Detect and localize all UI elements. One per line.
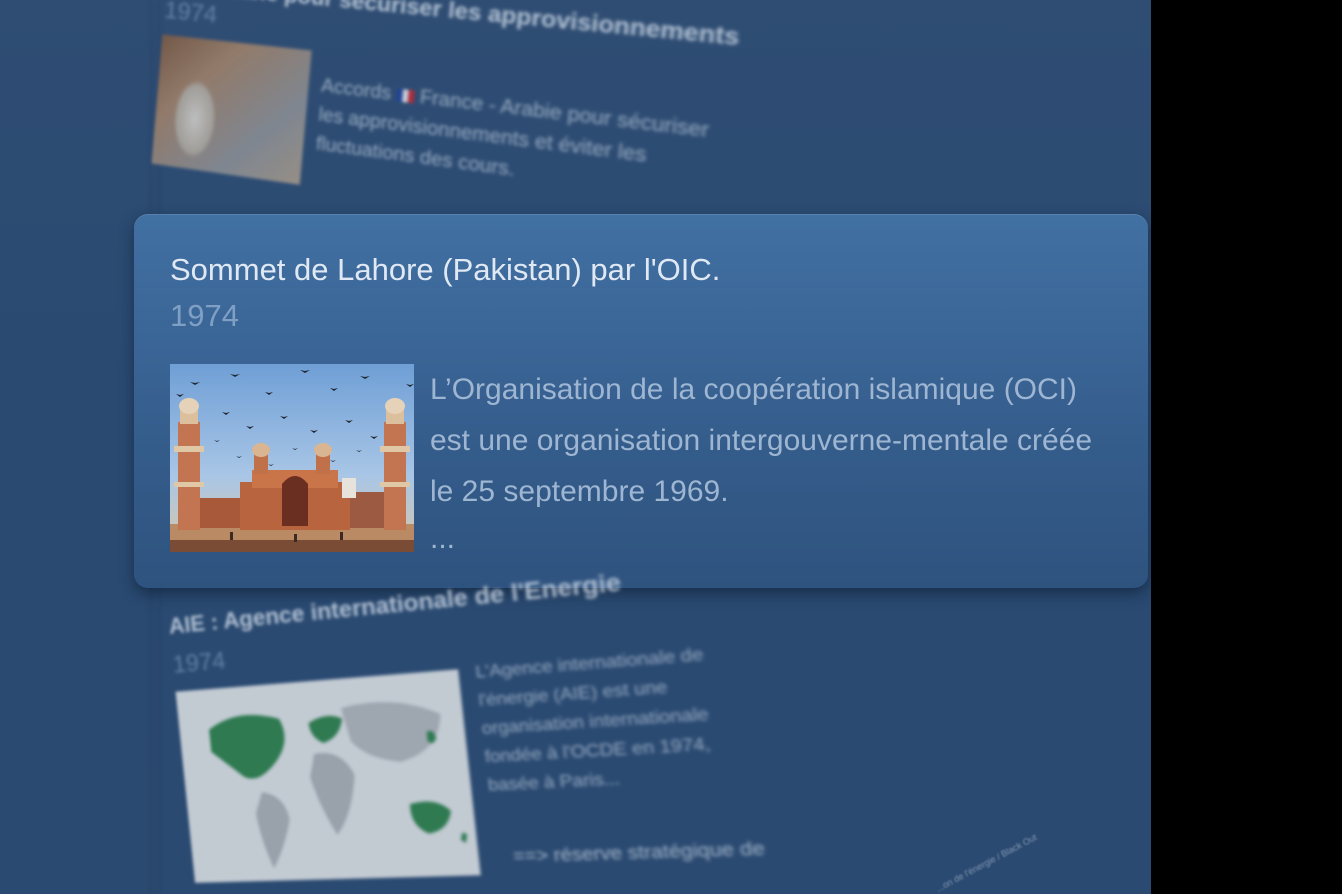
- entry-thumbnail-mosque: [170, 364, 414, 552]
- entry-thumbnail: [151, 34, 312, 185]
- black-margin: [1151, 0, 1342, 894]
- entry-summary: Accords France - Arabie pour sécuriser l…: [315, 71, 745, 215]
- entry-summary: L'Agence internationale de l'énergie (AI…: [474, 645, 712, 796]
- entry-year: 1974: [163, 0, 219, 30]
- entry-title: ...abie pour sécuriser les approvisionne…: [216, 0, 741, 51]
- summary-prefix: Accords: [320, 74, 393, 104]
- world-map-image: [175, 669, 481, 883]
- timeline-entry-focused[interactable]: Sommet de Lahore (Pakistan) par l'OIC. 1…: [134, 214, 1148, 588]
- mosque-image: [170, 364, 414, 552]
- entry-summary: L’Organisation de la coopération islamiq…: [430, 373, 1093, 508]
- timeline-view: ...abie pour sécuriser les approvisionne…: [0, 0, 1151, 894]
- image-credit: ...on de l'énergie / Black Out: [934, 832, 1039, 894]
- more-ellipsis[interactable]: ...: [430, 522, 455, 556]
- timeline-entry-next[interactable]: AIE : Agence internationale de l'Energie…: [165, 522, 819, 894]
- entry-thumbnail-world-map: [175, 669, 481, 883]
- entry-title: Sommet de Lahore (Pakistan) par l'OIC.: [170, 252, 721, 287]
- flag-france-icon: [396, 88, 415, 104]
- entry-year: 1974: [171, 647, 227, 679]
- entry-more-text: ==> réserve stratégique de: [512, 837, 766, 867]
- entry-year: 1974: [170, 298, 239, 333]
